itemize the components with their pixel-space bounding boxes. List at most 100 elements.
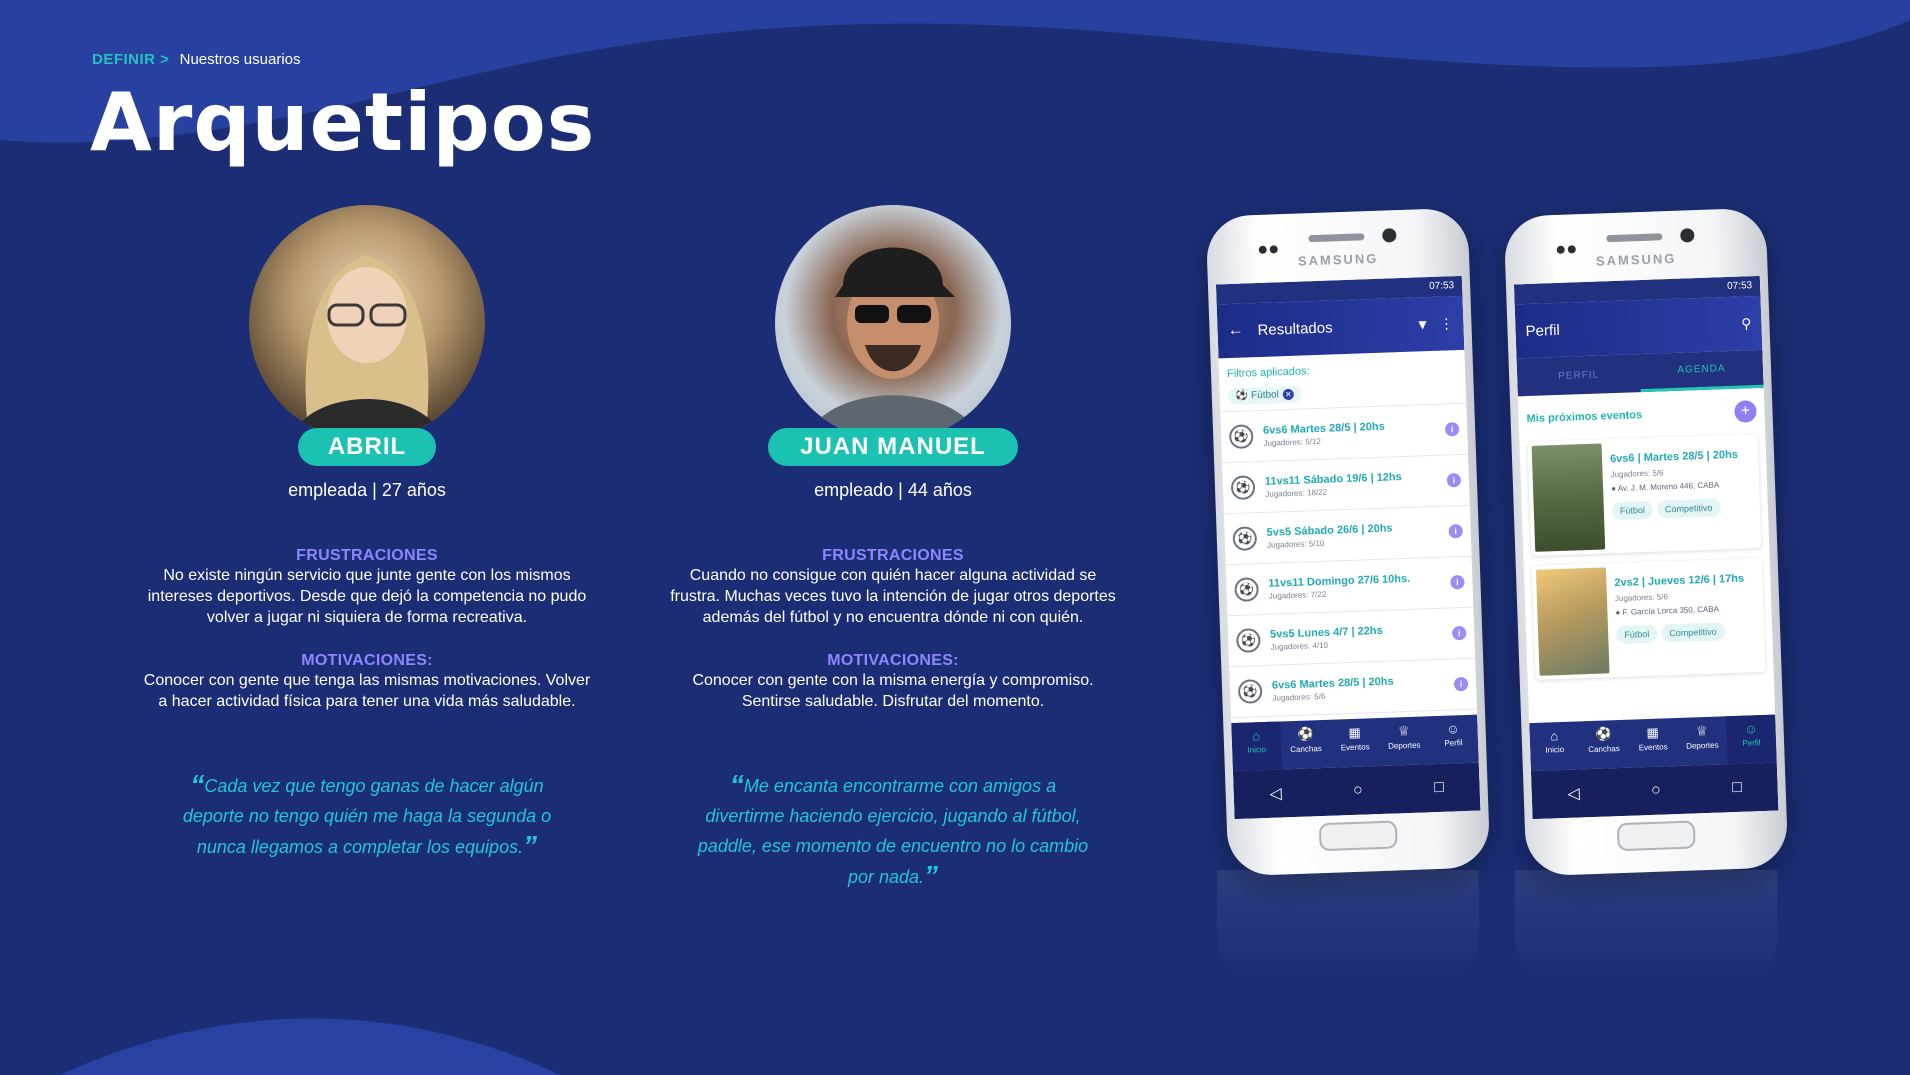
home-button[interactable] [1318, 820, 1398, 852]
phone-mockup-results: SAMSUNG 07:53 ← Resultados ▼ ⋮ Filtros a… [1205, 207, 1491, 877]
person-icon: ☺ [1744, 721, 1758, 737]
recents-square-icon[interactable]: □ [1434, 779, 1444, 797]
filter-icon[interactable]: ▼ [1415, 316, 1429, 332]
frustrations-heading: FRUSTRACIONES [822, 547, 964, 564]
avatar [775, 205, 1011, 441]
result-info: 5vs5 Lunes 4/7 | 22hs Jugadores: 4/10 [1270, 622, 1453, 651]
result-row[interactable]: ⚽ 6vs6 Martes 28/5 | 20hs Jugadores: 5/6 i [1229, 658, 1477, 719]
result-info: 6vs6 Martes 28/5 | 20hs Jugadores: 5/12 [1263, 418, 1446, 447]
info-icon[interactable]: i [1453, 676, 1469, 692]
phone-screen: 07:53 ← Resultados ▼ ⋮ Filtros aplicados… [1215, 275, 1481, 820]
result-row[interactable]: ⚽ 11vs11 Sábado 19/6 | 12hs Jugadores: 18/… [1222, 454, 1470, 515]
ball-icon: ⚽ [1228, 424, 1254, 450]
calendar-icon: ▦ [1348, 724, 1362, 741]
search-icon[interactable]: ⚲ [1741, 315, 1752, 332]
nav-item-eventos[interactable]: ▦ Eventos [1628, 718, 1679, 768]
motivations-heading: MOTIVACIONES: [827, 652, 959, 669]
motivations-heading: MOTIVACIONES: [301, 652, 433, 669]
sensor-dots [1258, 240, 1280, 254]
frustrations-heading: FRUSTRACIONES [296, 547, 438, 564]
event-card[interactable]: 2vs2 | Jueves 12/6 | 17hs Jugadores: 5/6 ●… [1532, 558, 1766, 680]
breadcrumb-page: Nuestros usuarios [179, 51, 301, 68]
tab-agenda[interactable]: AGENDA [1639, 349, 1764, 393]
quote-close-mark: ” [523, 830, 538, 861]
ball-icon: ⚽ [1230, 475, 1256, 501]
event-players: Jugadores: 5/6 [1614, 592, 1669, 604]
persona-name: ABRIL [297, 428, 437, 466]
close-icon[interactable]: ✕ [1282, 388, 1295, 401]
nav-item-eventos[interactable]: ▦ Eventos [1330, 718, 1381, 768]
event-address: ● F. García Lorca 350, CABA [1615, 603, 1753, 617]
info-icon[interactable]: i [1452, 625, 1467, 641]
location-pin-icon: ● [1610, 484, 1617, 494]
add-event-button[interactable]: + [1734, 400, 1757, 423]
nav-item-perfil[interactable]: ☺ Perfil [1725, 714, 1777, 765]
trophy-icon: ♕ [1397, 722, 1410, 739]
nav-item-canchas[interactable]: ⚽ Canchas [1578, 720, 1629, 770]
nav-item-inicio[interactable]: ⌂ Inicio [1231, 721, 1283, 772]
home-circle-icon[interactable]: ○ [1353, 782, 1363, 800]
system-nav: ◁ ○ □ [1232, 762, 1481, 820]
back-triangle-icon[interactable]: ◁ [1269, 783, 1282, 803]
breadcrumb-section[interactable]: DEFINIR > [92, 51, 169, 68]
back-triangle-icon[interactable]: ◁ [1567, 783, 1580, 803]
info-icon[interactable]: i [1450, 574, 1465, 590]
info-icon[interactable]: i [1446, 473, 1462, 488]
speaker [1308, 233, 1365, 243]
nav-label: Inicio [1545, 744, 1565, 755]
nav-label: Canchas [1588, 744, 1620, 755]
event-card[interactable]: 6vs6 | Martes 28/5 | 20hs Jugadores: 5/6 ●… [1527, 434, 1761, 556]
nav-label: Eventos [1340, 742, 1370, 753]
nav-item-deportes[interactable]: ♕ Deportes [1677, 716, 1728, 766]
result-row[interactable]: ⚽ 6vs6 Martes 28/5 | 20hs Jugadores: 5/12 i [1220, 403, 1469, 464]
tab-perfil[interactable]: PERFIL [1517, 354, 1641, 396]
event-players: Jugadores: 5/6 [1610, 468, 1664, 480]
event-tag: Fútbol [1615, 624, 1658, 645]
event-tags: Fútbol Competitivo [1615, 620, 1755, 645]
front-camera [1680, 228, 1695, 243]
nav-item-inicio[interactable]: ⌂ Inicio [1529, 721, 1580, 771]
quote-text: Me encanta encontrarme con amigos a dive… [697, 776, 1089, 887]
status-time: 07:53 [1726, 280, 1753, 293]
chip-label: Fútbol [1250, 389, 1280, 402]
home-circle-icon[interactable]: ○ [1651, 782, 1661, 800]
result-row[interactable]: ⚽ 11vs11 Domingo 27/6 10hs. Jugadores: 7/2… [1225, 556, 1474, 617]
ball-icon: ⚽ [1235, 628, 1261, 653]
nav-label: Eventos [1638, 742, 1668, 753]
event-tag: Competitivo [1656, 498, 1721, 519]
filter-chip[interactable]: ⚽ Fútbol ✕ [1227, 385, 1303, 406]
ball-icon: ⚽ [1237, 679, 1263, 704]
info-icon[interactable]: i [1448, 523, 1463, 539]
screen-title: Perfil [1525, 321, 1561, 340]
speaker [1606, 233, 1663, 243]
result-info: 5vs5 Sábado 26/6 | 20hs Jugadores: 5/10 [1266, 520, 1449, 549]
frustrations-text: Cuando no consigue con quién hacer algun… [670, 567, 1116, 626]
event-address-text: F. García Lorca 350, CABA [1622, 604, 1720, 617]
info-icon[interactable]: i [1444, 422, 1460, 437]
results-list: ⚽ 6vs6 Martes 28/5 | 20hs Jugadores: 5/12 i… [1220, 403, 1477, 719]
persona-abril: ABRIL empleada | 27 años FRUSTRACIONES N… [137, 205, 597, 862]
nav-item-perfil[interactable]: ☺ Perfil [1428, 715, 1479, 765]
front-camera [1382, 228, 1397, 243]
arrow-left-icon[interactable]: ← [1227, 322, 1244, 341]
persona-quote: “Me encanta encontrarme con amigos a div… [663, 770, 1123, 892]
home-button[interactable] [1616, 820, 1696, 852]
event-info: 2vs2 | Jueves 12/6 | 17hs Jugadores: 5/6 ●… [1606, 562, 1762, 673]
event-title: 2vs2 | Jueves 12/6 | 17hs [1614, 572, 1745, 590]
phone-reflection [1217, 870, 1479, 980]
page-title: Arquetipos [90, 76, 596, 169]
screen-title: Resultados [1257, 318, 1333, 339]
result-row[interactable]: ⚽ 5vs5 Sábado 26/6 | 20hs Jugadores: 5/10 i [1223, 505, 1472, 566]
filters-label: Filtros aplicados: [1226, 365, 1310, 381]
result-row[interactable]: ⚽ 5vs5 Lunes 4/7 | 22hs Jugadores: 4/10 i [1227, 607, 1476, 668]
more-vert-icon[interactable]: ⋮ [1439, 315, 1454, 332]
sensor-dots [1556, 240, 1578, 254]
nav-label: Perfil [1444, 738, 1463, 748]
nav-item-deportes[interactable]: ♕ Deportes [1379, 716, 1430, 766]
ball-icon: ⚽ [1234, 577, 1260, 602]
nav-item-canchas[interactable]: ⚽ Canchas [1280, 720, 1331, 770]
persona-role: empleado | 44 años [814, 480, 972, 500]
recents-square-icon[interactable]: □ [1732, 779, 1742, 797]
result-info: 11vs11 Sábado 19/6 | 12hs Jugadores: 18/2… [1265, 469, 1448, 499]
trophy-icon: ♕ [1695, 722, 1708, 739]
